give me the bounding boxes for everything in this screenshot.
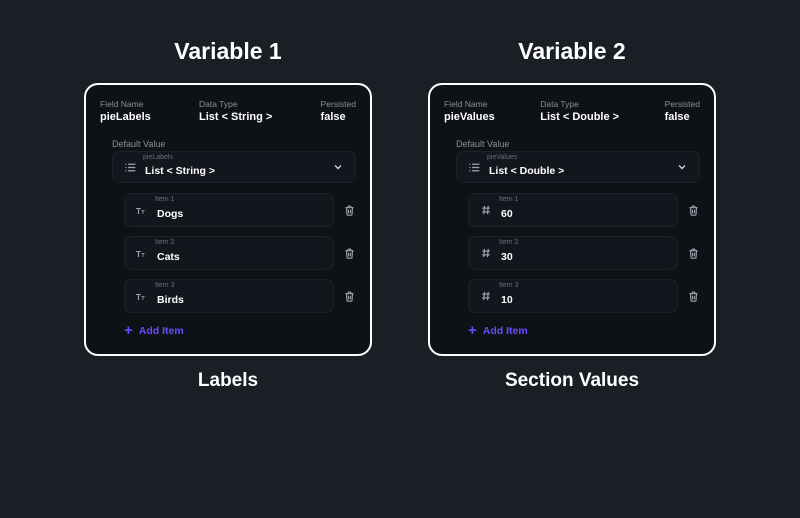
- list-item: Item 230: [468, 236, 700, 270]
- data-type-label: Data Type: [199, 99, 272, 109]
- text-icon: TT: [135, 203, 149, 217]
- item-value: Dogs: [157, 201, 183, 220]
- item-input[interactable]: Item 1 TT Dogs: [124, 193, 334, 227]
- svg-text:T: T: [136, 292, 141, 301]
- item-index-label: Item 3: [155, 282, 174, 289]
- delete-icon[interactable]: [342, 203, 356, 217]
- data-type-value: List < String >: [199, 111, 272, 123]
- column-title-bottom: Section Values: [505, 370, 639, 392]
- delete-icon[interactable]: [686, 289, 700, 303]
- delete-icon[interactable]: [686, 246, 700, 260]
- item-index-label: Item 2: [155, 239, 174, 246]
- persisted-value: false: [321, 111, 356, 123]
- chevron-down-icon: [675, 160, 689, 174]
- type-selector[interactable]: pieValuesList < Double >: [456, 151, 700, 183]
- default-value-block: Default Value pieLabelsList < String > Ite…: [100, 139, 356, 340]
- list-icon: [123, 160, 137, 174]
- persisted-label: Persisted: [665, 99, 700, 109]
- item-index-label: Item 1: [499, 196, 518, 203]
- data-type-label: Data Type: [540, 99, 619, 109]
- data-type-value: List < Double >: [540, 111, 619, 123]
- item-index-label: Item 1: [155, 196, 174, 203]
- item-input[interactable]: Item 2 TT Cats: [124, 236, 334, 270]
- type-mini-label: pieLabels: [143, 154, 173, 161]
- item-list: Item 1TTDogsItem 2TTCatsItem 3TTBirds: [112, 193, 356, 313]
- variable-card: Field Name pieLabels Data Type List < Strin…: [84, 83, 372, 356]
- item-list: Item 160 Item 230 Item 310: [456, 193, 700, 313]
- field-name-label: Field Name: [100, 99, 151, 109]
- plus-icon: +: [124, 323, 133, 338]
- column-title-top: Variable 1: [174, 38, 281, 65]
- list-item: Item 2 TT Cats: [124, 236, 356, 270]
- data-type: Data Type List < Double >: [540, 99, 619, 123]
- plus-icon: +: [468, 323, 477, 338]
- variable-column-2: Variable 2 Field Name pieValues Data Type Li…: [428, 38, 716, 392]
- item-index-label: Item 2: [499, 239, 518, 246]
- text-icon: TT: [135, 246, 149, 260]
- field-name: Field Name pieLabels: [100, 99, 151, 123]
- text-icon: TT: [135, 289, 149, 303]
- delete-icon[interactable]: [342, 246, 356, 260]
- chevron-down-icon: [331, 160, 345, 174]
- item-input[interactable]: Item 160: [468, 193, 678, 227]
- field-name: Field Name pieValues: [444, 99, 495, 123]
- delete-icon[interactable]: [686, 203, 700, 217]
- item-index-label: Item 3: [499, 282, 518, 289]
- add-item-button[interactable]: + Add Item: [112, 313, 356, 340]
- hash-icon: [479, 246, 493, 260]
- list-item: Item 310: [468, 279, 700, 313]
- item-value: 60: [501, 201, 513, 220]
- item-value: Cats: [157, 244, 180, 263]
- list-item: Item 1 TT Dogs: [124, 193, 356, 227]
- persisted: Persisted false: [321, 99, 356, 123]
- default-value-label: Default Value: [456, 139, 700, 149]
- delete-icon[interactable]: [342, 289, 356, 303]
- card-header: Field Name pieValues Data Type List < Doubl…: [444, 99, 700, 123]
- field-name-value: pieLabels: [100, 111, 151, 123]
- field-name-label: Field Name: [444, 99, 495, 109]
- list-item: Item 3 TT Birds: [124, 279, 356, 313]
- svg-text:T: T: [136, 249, 141, 258]
- type-mini-label: pieValues: [487, 154, 517, 161]
- variable-card: Field Name pieValues Data Type List < Doubl…: [428, 83, 716, 356]
- persisted-value: false: [665, 111, 700, 123]
- item-input[interactable]: Item 310: [468, 279, 678, 313]
- svg-text:T: T: [141, 252, 145, 258]
- default-value-block: Default Value pieValuesList < Double > Ite…: [444, 139, 700, 340]
- card-header: Field Name pieLabels Data Type List < Strin…: [100, 99, 356, 123]
- field-name-value: pieValues: [444, 111, 495, 123]
- list-icon: [467, 160, 481, 174]
- svg-text:T: T: [141, 295, 145, 301]
- variable-column-1: Variable 1 Field Name pieLabels Data Type Li…: [84, 38, 372, 392]
- item-value: Birds: [157, 287, 184, 306]
- add-item-label: Add Item: [483, 325, 528, 337]
- column-title-top: Variable 2: [518, 38, 625, 65]
- data-type: Data Type List < String >: [199, 99, 272, 123]
- item-value: 30: [501, 244, 513, 263]
- item-input[interactable]: Item 230: [468, 236, 678, 270]
- add-item-label: Add Item: [139, 325, 184, 337]
- hash-icon: [479, 203, 493, 217]
- hash-icon: [479, 289, 493, 303]
- type-selector[interactable]: pieLabelsList < String >: [112, 151, 356, 183]
- svg-text:T: T: [141, 209, 145, 215]
- column-title-bottom: Labels: [198, 370, 258, 392]
- persisted: Persisted false: [665, 99, 700, 123]
- default-value-label: Default Value: [112, 139, 356, 149]
- item-input[interactable]: Item 3 TT Birds: [124, 279, 334, 313]
- list-item: Item 160: [468, 193, 700, 227]
- svg-text:T: T: [136, 206, 141, 215]
- add-item-button[interactable]: + Add Item: [456, 313, 700, 340]
- item-value: 10: [501, 287, 513, 306]
- persisted-label: Persisted: [321, 99, 356, 109]
